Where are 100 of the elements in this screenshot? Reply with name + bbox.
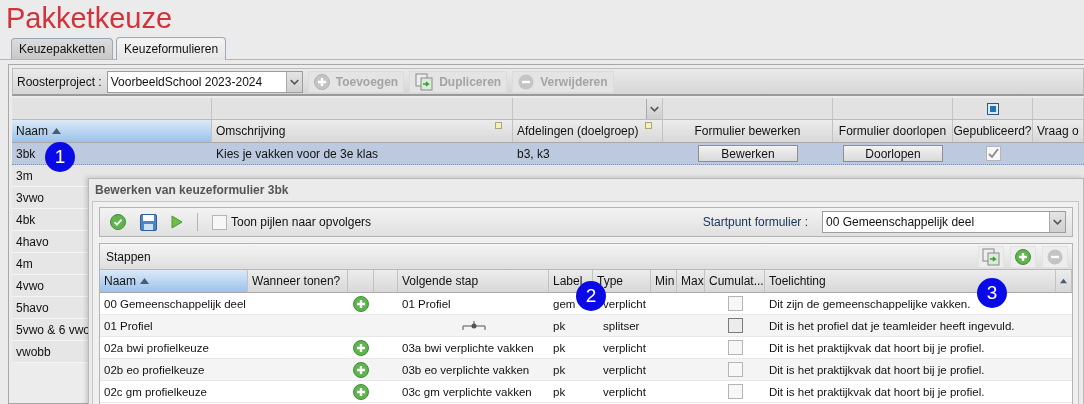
table-cell: 4havo — [16, 234, 49, 249]
table-cell: 3vwo — [16, 190, 44, 205]
table-cell: Dit is het praktijkvak dat hoort bij je profiel. — [769, 363, 985, 376]
sort-ascending-icon — [52, 128, 61, 134]
table-cell: b3, k3 — [517, 146, 550, 161]
column-header[interactable]: Cumulat... — [705, 270, 765, 293]
cumulative-checkbox[interactable] — [727, 384, 743, 399]
column-header[interactable]: Vraag o — [1033, 120, 1084, 143]
published-checkbox[interactable] — [985, 146, 1001, 161]
duplicate-icon — [415, 72, 434, 91]
column-header[interactable]: Omschrijving — [212, 120, 513, 143]
filter-cell[interactable] — [833, 98, 953, 120]
table-cell: 00 Gemeenschappelijk deel — [104, 297, 246, 310]
table-cell: Dit is het praktijkvak dat hoort bij je profiel. — [769, 385, 985, 398]
minus-icon — [518, 73, 535, 90]
page-title: Pakketkeuze — [5, 1, 174, 36]
field-label: Startpunt formulier : — [702, 215, 808, 229]
table-cell: 4m — [16, 256, 33, 271]
plus-icon — [313, 73, 330, 90]
table-cell: 3bk — [16, 146, 36, 161]
table-cell: Dit zijn de gemeenschappelijke vakken. — [769, 297, 971, 310]
add-step-icon[interactable] — [353, 339, 369, 356]
table-cell: 03b eo verplichte vakken — [402, 363, 530, 376]
cumulative-checkbox[interactable] — [727, 296, 743, 311]
play-icon[interactable] — [171, 215, 183, 229]
cumulative-checkbox[interactable] — [727, 318, 743, 333]
table-cell: splitser — [603, 319, 640, 332]
dropdown-caret-icon[interactable] — [646, 98, 662, 119]
table-cell: 02a bwi profielkeuze — [104, 341, 209, 354]
project-select[interactable]: VoorbeeldSchool 2023-2024 — [106, 70, 303, 93]
column-header[interactable]: Naam — [12, 120, 212, 143]
table-cell: verplicht — [603, 341, 646, 354]
table-cell: vwobb — [16, 344, 51, 359]
add-step-icon[interactable] — [353, 295, 369, 312]
add-step-icon[interactable] — [353, 361, 369, 378]
filter-cell[interactable] — [513, 98, 663, 120]
add-step-icon[interactable] — [353, 383, 369, 400]
table-cell: 02b eo profielkeuze — [104, 363, 205, 376]
table-cell: Kies je vakken voor de 3e klas — [216, 146, 379, 161]
add-button[interactable] — [1010, 245, 1036, 268]
table-cell: verplicht — [603, 363, 646, 376]
duplicate-icon — [982, 247, 1000, 266]
column-header[interactable]: Min — [651, 270, 677, 293]
filter-cell[interactable] — [212, 98, 513, 120]
table-cell: gem — [553, 297, 576, 310]
column-header[interactable]: Formulier doorlopen — [833, 120, 953, 143]
filter-checkbox[interactable] — [986, 102, 999, 115]
edit-button[interactable]: Bewerken — [698, 145, 798, 162]
table-cell: 5havo — [16, 300, 49, 315]
save-icon[interactable] — [140, 213, 157, 231]
table-cell: 01 Profiel — [402, 297, 451, 310]
filter-cell[interactable] — [663, 98, 833, 120]
table-cell: Dit is het praktijkvak dat hoort bij je profiel. — [769, 341, 985, 354]
table-cell: pk — [553, 341, 566, 354]
column-header[interactable]: Volgende stap — [398, 270, 549, 293]
splitter-icon — [461, 320, 486, 331]
cumulative-checkbox[interactable] — [727, 340, 743, 355]
filter-icon — [645, 122, 652, 129]
tab[interactable]: Keuzeformulieren — [116, 37, 227, 60]
column-header[interactable]: Max — [677, 270, 705, 293]
dropdown-caret-icon[interactable] — [285, 71, 302, 92]
table-cell: pk — [553, 319, 566, 332]
column-header[interactable]: Wanneer tonen? — [248, 270, 348, 293]
column-header[interactable] — [348, 270, 374, 293]
remove-button[interactable] — [1042, 245, 1068, 268]
arrows-checkbox[interactable]: Toon pijlen naar opvolgers — [212, 214, 372, 230]
table-cell: 01 Profiel — [104, 319, 153, 332]
filter-icon — [495, 122, 502, 129]
filter-cell[interactable] — [953, 98, 1033, 120]
minus-icon — [1047, 248, 1063, 265]
table-cell: 4bk — [16, 212, 36, 227]
dropdown-caret-icon[interactable] — [1049, 212, 1065, 232]
scroll-up-icon[interactable] — [1060, 278, 1067, 284]
sort-ascending-icon — [140, 278, 149, 284]
panel-title: Stappen — [106, 249, 151, 264]
table-cell: Dit is het profiel dat je teamleider heeft ingevuld. — [769, 319, 1015, 332]
start-select[interactable]: 00 Gemeenschappelijk deel — [822, 211, 1066, 233]
run-button[interactable]: Doorlopen — [843, 145, 943, 162]
column-header[interactable]: Gepubliceerd? — [953, 120, 1033, 143]
tab[interactable]: Keuzepakketten — [11, 38, 114, 59]
column-header[interactable]: Afdelingen (doelgroep) — [513, 120, 663, 143]
column-header[interactable]: Formulier bewerken — [663, 120, 833, 143]
duplicate-button[interactable] — [978, 245, 1004, 268]
table-cell: 02c gm profielkeuze — [104, 385, 207, 398]
cumulative-checkbox[interactable] — [727, 362, 743, 377]
table-cell: 4vwo — [16, 278, 44, 293]
table-cell: verplicht — [603, 297, 646, 310]
plus-icon — [1015, 248, 1031, 265]
table-cell: 03a bwi verplichte vakken — [402, 341, 534, 354]
table-cell: pk — [553, 363, 566, 376]
table-cell: verplicht — [603, 385, 646, 398]
column-header[interactable] — [374, 270, 398, 293]
filter-cell[interactable] — [12, 98, 212, 120]
check-circle-icon[interactable] — [110, 214, 126, 230]
table-cell: 03c gm verplichte vakken — [402, 385, 532, 398]
column-header[interactable]: Naam — [100, 270, 248, 293]
table-cell: 3m — [16, 168, 33, 183]
field-label: Roosterproject : — [17, 74, 102, 89]
filter-cell[interactable] — [1033, 98, 1084, 120]
table-cell: pk — [553, 385, 566, 398]
